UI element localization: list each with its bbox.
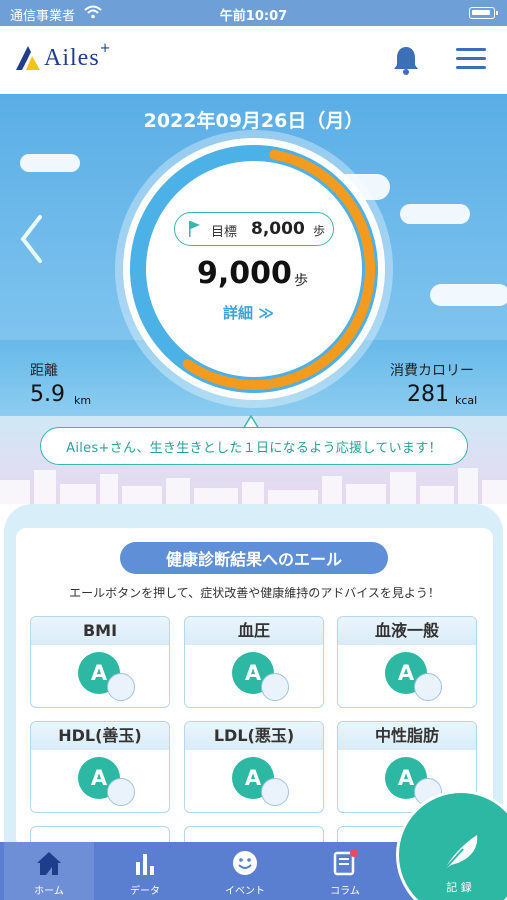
- brand-name: Ailes: [44, 44, 100, 71]
- tab-home[interactable]: ホーム: [4, 842, 94, 900]
- home-icon: [37, 852, 61, 875]
- menu-icon[interactable]: [456, 48, 486, 70]
- bell-icon[interactable]: [392, 44, 420, 76]
- tile-label: 血液一般: [338, 617, 476, 645]
- detail-link[interactable]: 詳細 ≫: [223, 302, 274, 323]
- tile-label: 血圧: [185, 617, 323, 645]
- step-gauge[interactable]: 目標 8,000 歩 9,000 歩 詳細 ≫: [123, 138, 385, 400]
- tab-event[interactable]: イベント: [200, 842, 290, 900]
- goal-pill: 目標 8,000 歩: [174, 212, 334, 246]
- tab-data[interactable]: データ: [100, 842, 190, 900]
- goal-label: 目標: [211, 225, 238, 240]
- clock: 午前10:07: [219, 9, 288, 24]
- cheer-megaphone-icon[interactable]: [261, 673, 289, 701]
- tab-label: ホーム: [34, 886, 64, 897]
- health-tile-blood-general[interactable]: 血液一般 A: [337, 616, 477, 708]
- flag-icon: [189, 221, 200, 237]
- distance-unit: km: [74, 394, 92, 407]
- cheer-megaphone-icon[interactable]: [414, 673, 442, 701]
- feather-icon: [442, 835, 478, 872]
- goal-value: 8,000: [251, 219, 305, 239]
- tile-label: BMI: [31, 617, 169, 645]
- calories-label: 消費カロリー: [390, 363, 474, 379]
- tile-label: LDL(悪玉): [185, 722, 323, 750]
- goal-unit: 歩: [313, 224, 326, 238]
- cheer-megaphone-icon[interactable]: [107, 673, 135, 701]
- health-tile-blood-pressure[interactable]: 血圧 A: [184, 616, 324, 708]
- city-skyline: [0, 468, 507, 504]
- health-results-card: 健康診断結果へのエール エールボタンを押して、症状改善や健康維持のアドバイスを見…: [16, 528, 493, 900]
- app-logo[interactable]: Ailes +: [14, 40, 111, 72]
- tab-label: データ: [130, 886, 160, 897]
- battery-icon: [469, 7, 498, 19]
- health-tile-ldl[interactable]: LDL(悪玉) A: [184, 721, 324, 813]
- tab-label: イベント: [225, 886, 265, 897]
- steps-value: 9,000: [197, 256, 292, 291]
- health-results-title: 健康診断結果へのエール: [120, 542, 388, 574]
- health-tile-hdl[interactable]: HDL(善玉) A: [30, 721, 170, 813]
- record-label: 記 録: [446, 881, 472, 894]
- calories-unit: kcal: [455, 394, 478, 407]
- brand-plus: +: [99, 40, 111, 56]
- steps-hero: 2022年09月26日（月） 目標 8,000 歩 9,000 歩 詳細 ≫ 距…: [0, 94, 507, 504]
- tab-label: コラム: [330, 886, 360, 897]
- column-icon: [333, 849, 358, 876]
- app-header: Ailes +: [0, 26, 507, 94]
- health-tile-bmi[interactable]: BMI A: [30, 616, 170, 708]
- steps-unit: 歩: [294, 273, 308, 289]
- tile-label: 中性脂肪: [338, 722, 476, 750]
- cloud: [20, 154, 80, 172]
- tile-label: HDL(善玉): [31, 722, 169, 750]
- cheer-megaphone-icon[interactable]: [107, 778, 135, 806]
- cloud: [430, 284, 507, 306]
- smile-icon: [233, 851, 257, 875]
- distance-label: 距離: [30, 363, 58, 379]
- health-results-subtitle: エールボタンを押して、症状改善や健康維持のアドバイスを見よう！: [69, 586, 440, 600]
- cloud: [400, 204, 470, 224]
- calories-value: 281: [407, 382, 449, 407]
- cheer-message: Ailes+さん、生き生きとした１日になるよう応援しています！: [40, 427, 468, 465]
- logo-mark-icon: [16, 46, 40, 70]
- date-label: 2022年09月26日（月）: [143, 110, 364, 132]
- previous-day-arrow-icon[interactable]: [18, 214, 44, 264]
- cheer-megaphone-icon[interactable]: [261, 778, 289, 806]
- tab-column[interactable]: コラム: [300, 842, 390, 900]
- chart-icon: [136, 854, 154, 875]
- distance-value: 5.9: [30, 382, 65, 407]
- status-bar: 通信事業者 午前10:07: [0, 0, 507, 26]
